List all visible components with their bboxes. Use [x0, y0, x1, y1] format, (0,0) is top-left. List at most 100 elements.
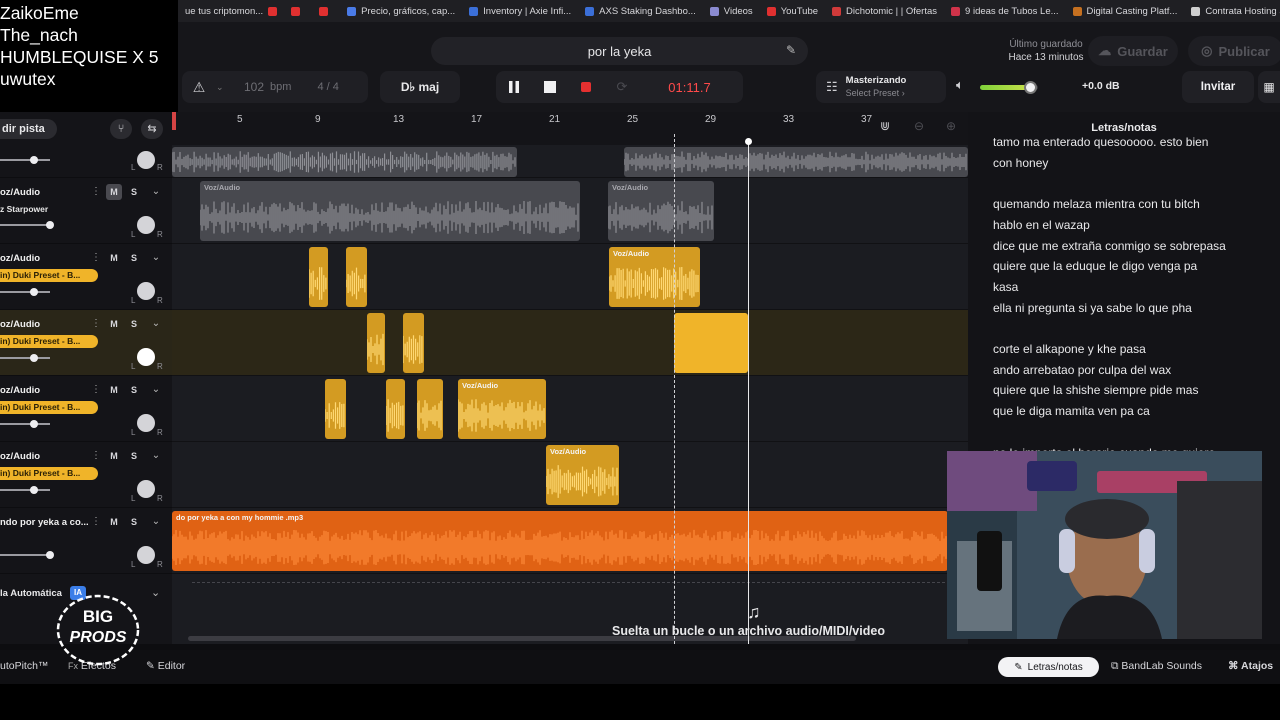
volume-fader[interactable]	[0, 551, 54, 559]
track-header[interactable]: oz/Audio z Starpower ⋮ M S ⌄ L R	[0, 178, 172, 244]
volume-fader-knob[interactable]	[30, 354, 38, 362]
volume-fader[interactable]	[0, 354, 50, 362]
track-preset-badge[interactable]: in) Duki Preset - B...	[0, 269, 98, 282]
more-options-icon[interactable]: ⋮	[91, 316, 101, 332]
chevron-down-icon[interactable]: ⌄	[149, 250, 163, 266]
audio-clip[interactable]	[624, 147, 968, 177]
mute-button[interactable]: M	[106, 382, 122, 398]
solo-button[interactable]: S	[126, 514, 142, 530]
audio-clip[interactable]: Voz/Audio	[608, 181, 714, 241]
pencil-icon[interactable]: ✎	[786, 43, 796, 57]
stop-button[interactable]	[532, 71, 568, 103]
track-preset-badge[interactable]: in) Duki Preset - B...	[0, 401, 98, 414]
quantize-icon[interactable]: ⇆	[141, 119, 163, 139]
lyrics-line[interactable]: kasa	[993, 280, 1018, 294]
bookmark-item[interactable]: ue tus criptomon...	[178, 0, 284, 22]
loop-region-marker[interactable]	[172, 112, 176, 130]
horizontal-scrollbar[interactable]	[188, 636, 856, 641]
track-name[interactable]: oz/Audio	[0, 451, 40, 462]
pause-button[interactable]	[496, 71, 532, 103]
track-header[interactable]: LR	[0, 145, 172, 178]
pan-knob[interactable]	[137, 216, 155, 234]
publish-button[interactable]: ◎ Publicar	[1188, 36, 1280, 66]
track-preset-badge[interactable]: in) Duki Preset - B...	[0, 467, 98, 480]
snap-magnet-icon[interactable]: ⋓	[880, 119, 896, 137]
bookmark-item[interactable]: Dichotomic | | Ofertas	[825, 0, 944, 22]
lyrics-line[interactable]: corte el alkapone y khe pasa	[993, 342, 1146, 356]
mute-button[interactable]: M	[106, 514, 122, 530]
shortcuts-button[interactable]: ⌘ Atajos	[1228, 660, 1273, 672]
volume-fader-knob[interactable]	[30, 420, 38, 428]
track-lane[interactable]	[172, 376, 968, 442]
lyrics-line[interactable]: hablo en el wazap	[993, 218, 1090, 232]
metronome-icon[interactable]: ⚠	[182, 79, 216, 96]
playhead[interactable]	[745, 138, 752, 644]
mute-button[interactable]: M	[106, 316, 122, 332]
track-name[interactable]: oz/Audio	[0, 187, 40, 198]
more-options-icon[interactable]: ⋮	[91, 382, 101, 398]
playhead-handle[interactable]	[745, 138, 752, 145]
track-lane[interactable]	[172, 244, 968, 310]
editor-button[interactable]: ✎ Editor	[146, 660, 185, 672]
solo-button[interactable]: S	[126, 250, 142, 266]
save-button[interactable]: ☁ Guardar	[1088, 36, 1178, 66]
bookmark-item[interactable]: Digital Casting Platf...	[1066, 0, 1185, 22]
lyrics-line[interactable]: dice que me extraña conmigo se sobrepasa	[993, 239, 1226, 253]
chevron-down-icon[interactable]: ⌄	[149, 514, 163, 530]
volume-fader[interactable]	[0, 156, 50, 164]
track-preset-badge[interactable]: in) Duki Preset - B...	[0, 335, 98, 348]
bookmark-item[interactable]: Inventory | Axie Infi...	[462, 0, 578, 22]
volume-fader-knob[interactable]	[30, 486, 38, 494]
chevron-down-icon[interactable]: ⌄	[149, 448, 163, 464]
master-volume-slider[interactable]	[980, 81, 1038, 94]
bookmark-item[interactable]	[312, 0, 340, 22]
bookmark-item[interactable]: Precio, gráficos, cap...	[340, 0, 462, 22]
lyrics-line[interactable]: ella ni pregunta si ya sabe lo que pha	[993, 301, 1192, 315]
chevron-down-icon[interactable]: ⌄	[216, 82, 232, 93]
mute-button[interactable]: M	[106, 184, 122, 200]
project-title-field[interactable]: por la yeka ✎	[431, 37, 808, 65]
audio-clip[interactable]: Voz/Audio	[458, 379, 546, 439]
audio-clip[interactable]	[172, 147, 517, 177]
audio-clip[interactable]	[346, 247, 367, 307]
mixer-button[interactable]: ▦	[1258, 71, 1280, 103]
audio-clip[interactable]	[309, 247, 328, 307]
more-options-icon[interactable]: ⋮	[91, 514, 101, 530]
audio-clip[interactable]	[325, 379, 346, 439]
chevron-down-icon[interactable]: ⌄	[149, 184, 163, 200]
pan-knob[interactable]	[137, 282, 155, 300]
zoom-out-icon[interactable]: ⊖	[914, 119, 924, 133]
pan-knob[interactable]	[137, 546, 155, 564]
invite-button[interactable]: Invitar	[1182, 71, 1254, 103]
chevron-down-icon[interactable]: ⌄	[149, 382, 163, 398]
bookmark-item[interactable]: AXS Staking Dashbo...	[578, 0, 703, 22]
track-header[interactable]: oz/Audio in) Duki Preset - B... ⋮ M S ⌄ L R	[0, 442, 172, 508]
track-name[interactable]: oz/Audio	[0, 385, 40, 396]
lyrics-line[interactable]: que le diga mamita ven pa ca	[993, 404, 1150, 418]
loop-end-marker[interactable]	[674, 134, 675, 644]
volume-fader[interactable]	[0, 221, 54, 229]
solo-button[interactable]: S	[126, 184, 142, 200]
volume-fader-knob[interactable]	[30, 288, 38, 296]
bookmark-item[interactable]: 9 ideas de Tubos Le...	[944, 0, 1065, 22]
lyrics-line[interactable]: tamo ma enterado quesooooo. esto bien	[993, 135, 1208, 149]
mute-button[interactable]: M	[106, 250, 122, 266]
audio-clip[interactable]	[386, 379, 405, 439]
track-header[interactable]: ndo por yeka a co... ⋮ M S ⌄ L R	[0, 508, 172, 574]
volume-fader-knob[interactable]	[46, 221, 54, 229]
pan-knob[interactable]	[137, 151, 155, 169]
key-selector[interactable]: D♭ maj	[380, 71, 460, 103]
lyrics-line[interactable]: quemando melaza mientra con tu bitch	[993, 197, 1200, 211]
chevron-down-icon[interactable]: ⌄	[151, 586, 160, 599]
pan-knob[interactable]	[137, 414, 155, 432]
volume-fader-knob[interactable]	[46, 551, 54, 559]
volume-fader[interactable]	[0, 288, 50, 296]
solo-button[interactable]: S	[126, 382, 142, 398]
record-button[interactable]	[568, 71, 604, 103]
track-header[interactable]: oz/Audio in) Duki Preset - B... ⋮ M S ⌄ L R	[0, 376, 172, 442]
add-track-button[interactable]: dir pista	[0, 119, 57, 139]
more-options-icon[interactable]: ⋮	[91, 448, 101, 464]
lyrics-line[interactable]: quiere que la shishe siempre pide mas	[993, 383, 1198, 397]
track-header[interactable]: oz/Audio in) Duki Preset - B... ⋮ M S ⌄ L R	[0, 310, 172, 376]
bpm-value[interactable]: 102	[244, 80, 264, 94]
